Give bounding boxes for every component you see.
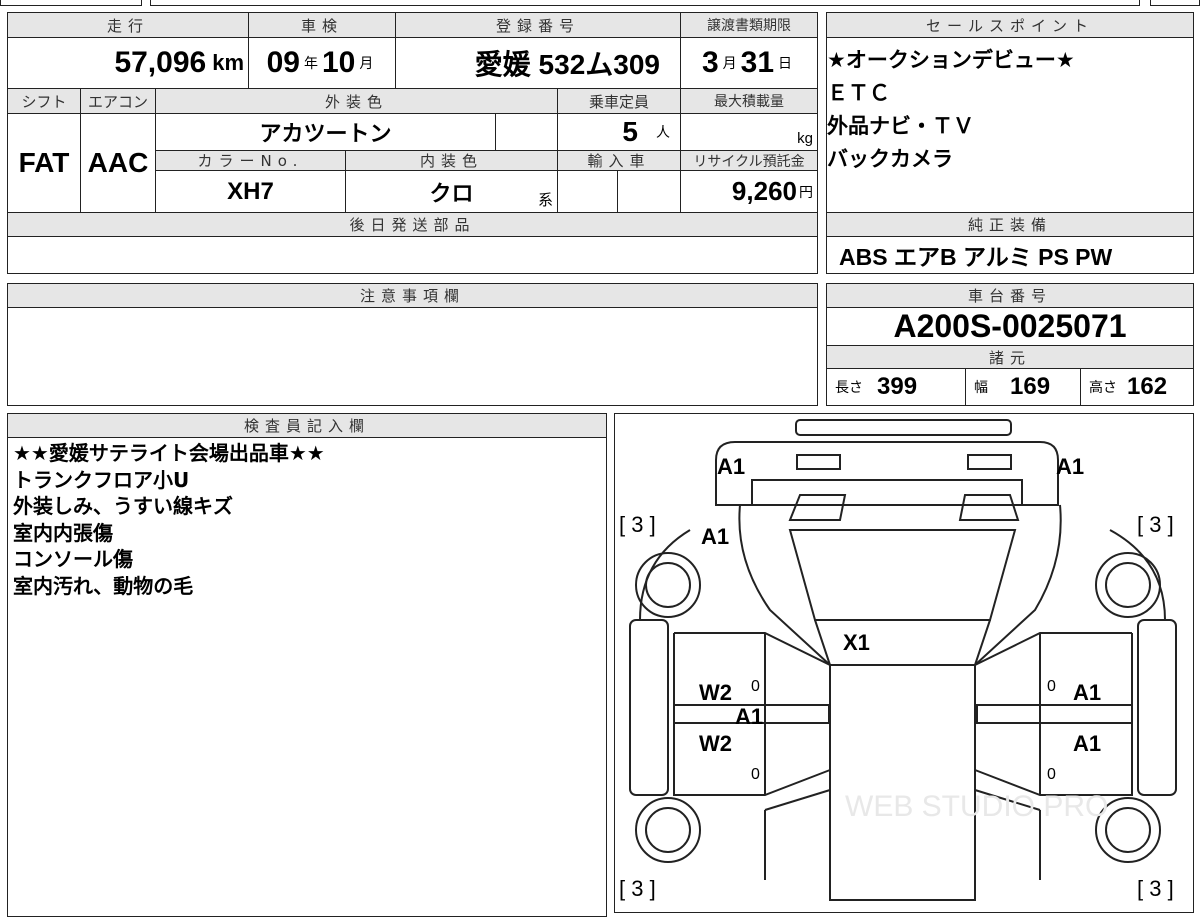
equipment-header: 純正装備 <box>826 212 1194 237</box>
capacity-header: 乗車定員 <box>557 88 681 114</box>
mark-zero: 0 <box>1047 678 1056 695</box>
chassis-value: A200S-0025071 <box>826 307 1194 346</box>
notes-header: 注意事項欄 <box>7 283 818 308</box>
mileage-header: 走行 <box>7 12 249 38</box>
ext-color-value: アカツートン <box>155 113 496 151</box>
load-value: kg <box>680 113 818 151</box>
damage-marks: A1 A1 [ 3 ] [ 3 ] [ 3 ] [ 3 ] A1 X1 W2 A… <box>615 414 1193 912</box>
car-diagram: A1 A1 [ 3 ] [ 3 ] [ 3 ] [ 3 ] A1 X1 W2 A… <box>614 413 1194 913</box>
chassis-header: 車台番号 <box>826 283 1194 308</box>
color-no-value: XH7 <box>155 170 346 213</box>
load-header: 最大積載量 <box>680 88 818 114</box>
top-strip-cell <box>150 0 1140 6</box>
registration-header: 登録番号 <box>395 12 681 38</box>
mark-left-front-door: W2 <box>699 680 732 705</box>
ac-header: エアコン <box>80 88 156 114</box>
transfer-value: 3 月 31 日 <box>680 37 818 89</box>
sales-item: 外品ナビ・ＴＶ <box>827 114 974 138</box>
inspector-line: コンソール傷 <box>13 547 133 571</box>
height-cell: 高さ 162 <box>1080 368 1194 406</box>
mark-right-rear-door: A1 <box>1073 731 1102 756</box>
parts-body <box>7 236 818 274</box>
mark-bracket: [ 3 ] <box>619 876 656 901</box>
inspection-value: 09 年 10 月 <box>248 37 396 89</box>
mileage-value: 57,096 km <box>7 37 249 89</box>
watermark: WEB STUDIO PRO <box>845 790 1109 823</box>
dimensions-header: 諸元 <box>826 345 1194 369</box>
import-cell <box>617 170 681 213</box>
transfer-header: 譲渡書類期限 <box>680 12 818 38</box>
int-color-value: クロ系 <box>345 170 558 213</box>
ac-value: AAC <box>80 113 156 213</box>
shift-header: シフト <box>7 88 81 114</box>
ext-color-header: 外装色 <box>155 88 558 114</box>
recycle-header: リサイクル預託金 <box>680 150 818 171</box>
inspector-line: 室内汚れ、動物の毛 <box>13 573 194 598</box>
sales-item: ★オークションデビュー★ <box>827 48 1075 72</box>
mark-hood-left: A1 <box>701 524 730 549</box>
mark-zero: 0 <box>1047 766 1056 783</box>
top-strip-cell <box>1150 0 1200 6</box>
import-cell <box>557 170 618 213</box>
mark-left-pillar: A1 <box>735 704 764 729</box>
shift-value: FAT <box>7 113 81 213</box>
import-header: 輸入車 <box>557 150 681 171</box>
mark-zero: 0 <box>751 678 760 695</box>
mark-zero: 0 <box>751 766 760 783</box>
sales-header: セールスポイント <box>826 12 1194 38</box>
sales-body: ★オークションデビュー★ ＥＴＣ 外品ナビ・ＴＶ バックカメラ <box>826 37 1194 213</box>
top-strip-cell <box>0 0 142 6</box>
equipment-value: ABS エアB アルミ PS PW <box>826 236 1194 274</box>
width-cell: 幅 169 <box>965 368 1081 406</box>
parts-header: 後日発送部品 <box>7 212 818 237</box>
inspector-line: トランクフロア小U <box>13 467 190 492</box>
inspector-body: ★★愛媛サテライト会場出品車★★ トランクフロア小U 外装しみ、うすい線キズ 室… <box>7 437 607 917</box>
sales-item: バックカメラ <box>827 147 953 171</box>
mark-bracket: [ 3 ] <box>1137 876 1174 901</box>
ext-color-extra <box>495 113 558 151</box>
mark-bracket: [ 3 ] <box>1137 512 1174 537</box>
mark-right-front-door: A1 <box>1073 680 1102 705</box>
registration-value: 愛媛 532ム309 <box>395 37 681 89</box>
length-cell: 長さ 399 <box>826 368 966 406</box>
mark-bracket: [ 3 ] <box>619 512 656 537</box>
capacity-value: 5人 <box>557 113 681 151</box>
mark-roof: X1 <box>843 630 870 655</box>
inspector-line: 外装しみ、うすい線キズ <box>13 494 233 518</box>
inspector-line: 室内内張傷 <box>13 520 113 545</box>
color-no-header: カラーNo. <box>155 150 346 171</box>
inspector-line: ★★愛媛サテライト会場出品車★★ <box>13 441 325 465</box>
mark-front-left: A1 <box>717 454 746 479</box>
inspection-header: 車検 <box>248 12 396 38</box>
inspector-header: 検査員記入欄 <box>7 413 607 438</box>
sales-item: ＥＴＣ <box>827 81 890 105</box>
mark-front-right: A1 <box>1056 454 1085 479</box>
notes-body <box>7 307 818 406</box>
int-color-header: 内装色 <box>345 150 558 171</box>
mark-left-rear-door: W2 <box>699 731 732 756</box>
recycle-value: 9,260 円 <box>680 170 818 213</box>
